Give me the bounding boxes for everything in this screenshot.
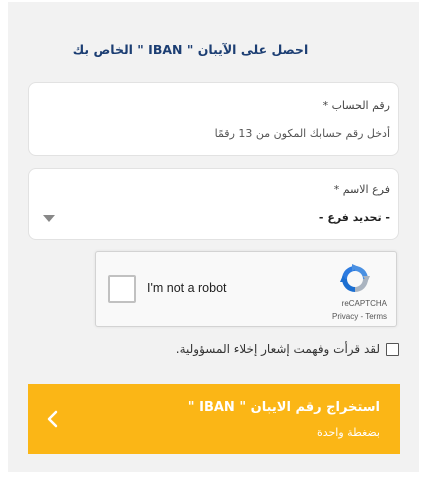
captcha-links: Privacy - Terms [332, 312, 387, 321]
account-number-field[interactable]: رقم الحساب * أدخل رقم حسابك المكون من 13… [28, 82, 399, 156]
captcha-privacy-link[interactable]: Privacy [332, 312, 358, 321]
branch-label: فرع الاسم * [333, 183, 390, 196]
disclaimer-checkbox[interactable] [386, 342, 399, 356]
chevron-left-icon [47, 410, 58, 428]
caret-down-icon[interactable] [43, 215, 55, 222]
captcha-checkbox-label: I'm not a robot [147, 281, 227, 295]
captcha-terms-link[interactable]: Terms [365, 312, 387, 321]
account-number-label: رقم الحساب * [322, 99, 390, 112]
submit-subtitle: بضغطة واحدة [316, 426, 380, 439]
disclaimer-consent[interactable]: لقد قرأت وفهمت إشعار إخلاء المسؤولية. [176, 342, 399, 356]
captcha-links-separator: - [360, 312, 364, 321]
recaptcha-widget: I'm not a robot reCAPTCHA Privacy - Term… [95, 251, 397, 327]
branch-select[interactable]: فرع الاسم * - تحديد فرع - [28, 168, 399, 240]
captcha-checkbox[interactable] [108, 275, 136, 303]
submit-title: استخراج رقم الايبان " IBAN " [187, 400, 380, 415]
recaptcha-logo-icon [340, 264, 370, 292]
form-title: احصل على الآيبان " IBAN " الخاص بك [72, 42, 309, 57]
extract-iban-button[interactable]: استخراج رقم الايبان " IBAN " بضغطة واحدة [28, 384, 400, 454]
branch-selected-value[interactable]: - تحديد فرع - [319, 211, 390, 224]
disclaimer-text: لقد قرأت وفهمت إشعار إخلاء المسؤولية. [175, 342, 380, 356]
iban-form-panel: احصل على الآيبان " IBAN " الخاص بك رقم ا… [8, 2, 419, 472]
account-number-input[interactable]: أدخل رقم حسابك المكون من 13 رقمًا [37, 127, 390, 140]
captcha-brand: reCAPTCHA [341, 299, 387, 308]
